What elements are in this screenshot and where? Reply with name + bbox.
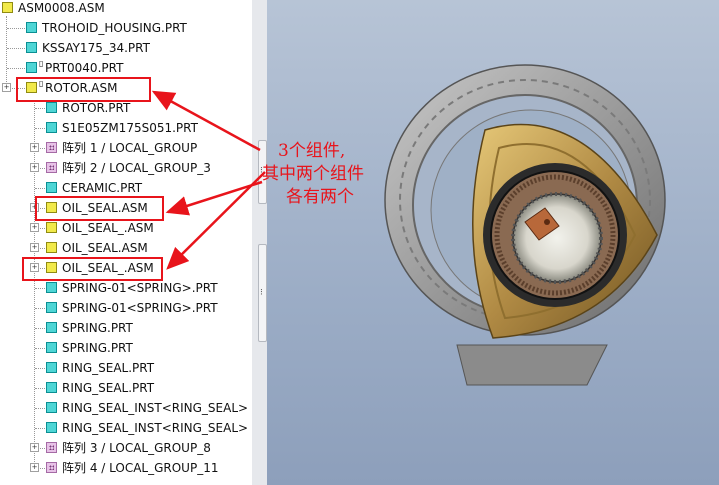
tree-item[interactable]: KSSAY175_34.PRT xyxy=(0,38,252,58)
tree-label: RING_SEAL_INST<RING_SEAL> xyxy=(62,401,249,415)
tree-item[interactable]: TROHOID_HOUSING.PRT xyxy=(0,18,252,38)
tree-connector xyxy=(7,28,25,29)
part-icon xyxy=(46,302,57,313)
expand-toggle-icon[interactable]: + xyxy=(30,143,39,152)
tree-item[interactable]: SPRING-01<SPRING>.PRT xyxy=(0,278,252,298)
tree-connector xyxy=(35,188,45,189)
tree-label: SPRING-01<SPRING>.PRT xyxy=(62,281,218,295)
highlight-box-rotor-asm xyxy=(16,77,151,102)
highlight-box-oil-seal-underscore-asm xyxy=(22,257,163,281)
part-icon xyxy=(46,322,57,333)
tree-label: RING_SEAL.PRT xyxy=(62,361,155,375)
part-icon xyxy=(46,402,57,413)
tree-item[interactable]: RING_SEAL.PRT xyxy=(0,358,252,378)
suppressed-marker-icon: ▯ xyxy=(39,59,44,68)
tree-connector xyxy=(35,288,45,289)
highlight-box-oil-seal-asm xyxy=(35,196,164,221)
tree-label: OIL_SEAL.ASM xyxy=(62,241,148,255)
3d-graphics-viewport[interactable] xyxy=(267,0,719,485)
annotation-line: 3个组件, xyxy=(278,141,346,161)
splitter-grip-icon: ⁝ xyxy=(260,288,263,298)
tree-label: SPRING-01<SPRING>.PRT xyxy=(62,301,218,315)
tree-label: KSSAY175_34.PRT xyxy=(42,41,150,55)
tree-connector xyxy=(35,428,45,429)
gear-assembly xyxy=(483,163,627,307)
splitter-handle-lower[interactable]: ⁝ xyxy=(258,244,267,342)
pattern-icon xyxy=(46,462,57,473)
tree-label: TROHOID_HOUSING.PRT xyxy=(42,21,187,35)
tree-item[interactable]: + OIL_SEAL.ASM xyxy=(0,238,252,258)
part-icon xyxy=(46,182,57,193)
tree-item[interactable]: + 阵列 3 / LOCAL_GROUP_8 xyxy=(0,438,252,458)
tree-label: S1E05ZM175S051.PRT xyxy=(62,121,198,135)
expand-toggle-icon[interactable]: + xyxy=(30,243,39,252)
tree-item[interactable]: + 阵列 1 / LOCAL_GROUP xyxy=(0,138,252,158)
tree-item[interactable]: RING_SEAL_INST<RING_SEAL> xyxy=(0,418,252,438)
tree-label: RING_SEAL_INST<RING_SEAL> xyxy=(62,421,249,435)
expand-toggle-icon[interactable]: + xyxy=(30,443,39,452)
expand-toggle-icon[interactable]: + xyxy=(30,463,39,472)
tree-label: OIL_SEAL_.ASM xyxy=(62,221,154,235)
pattern-icon xyxy=(46,162,57,173)
model-tree-panel: ASM0008.ASM TROHOID_HOUSING.PRT KSSAY175_… xyxy=(0,0,252,485)
tree-label: RING_SEAL.PRT xyxy=(62,381,155,395)
part-icon xyxy=(46,122,57,133)
annotation-line: 其中两个组件 xyxy=(262,164,364,184)
tree-item[interactable]: RING_SEAL_INST<RING_SEAL> xyxy=(0,398,252,418)
tree-label: ASM0008.ASM xyxy=(18,1,105,15)
tree-connector xyxy=(7,68,25,69)
tree-item[interactable]: + OIL_SEAL_.ASM xyxy=(0,218,252,238)
assembly-icon xyxy=(46,222,57,233)
tree-label: 阵列 4 / LOCAL_GROUP_11 xyxy=(62,461,219,475)
tree-item[interactable]: RING_SEAL.PRT xyxy=(0,378,252,398)
tree-connector xyxy=(35,308,45,309)
part-icon xyxy=(26,62,37,73)
tree-item[interactable]: SPRING-01<SPRING>.PRT xyxy=(0,298,252,318)
tree-label: 阵列 2 / LOCAL_GROUP_3 xyxy=(62,161,211,175)
part-icon xyxy=(46,102,57,113)
tree-label: SPRING.PRT xyxy=(62,341,133,355)
tree-item[interactable]: ▯ PRT0040.PRT xyxy=(0,58,252,78)
tree-item[interactable]: SPRING.PRT xyxy=(0,338,252,358)
tree-connector xyxy=(35,328,45,329)
tree-connector xyxy=(35,388,45,389)
annotation-text: 3个组件, 其中两个组件 各有两个 xyxy=(262,140,422,209)
part-icon xyxy=(26,42,37,53)
tree-item[interactable]: + 阵列 2 / LOCAL_GROUP_3 xyxy=(0,158,252,178)
tree-item[interactable]: S1E05ZM175S051.PRT xyxy=(0,118,252,138)
tree-label: PRT0040.PRT xyxy=(45,61,124,75)
expand-toggle-icon[interactable]: + xyxy=(2,83,11,92)
tree-item[interactable]: SPRING.PRT xyxy=(0,318,252,338)
part-icon xyxy=(46,382,57,393)
panel-splitter[interactable]: ⁝ ⁝ xyxy=(252,0,267,485)
tree-label: SPRING.PRT xyxy=(62,321,133,335)
tree-connector xyxy=(35,128,45,129)
part-icon xyxy=(46,422,57,433)
assembly-icon xyxy=(46,242,57,253)
tree-label: 阵列 3 / LOCAL_GROUP_8 xyxy=(62,441,211,455)
tree-label: 阵列 1 / LOCAL_GROUP xyxy=(62,141,198,155)
rotary-engine-model xyxy=(384,64,666,386)
pattern-icon xyxy=(46,142,57,153)
part-icon xyxy=(46,282,57,293)
part-icon xyxy=(46,362,57,373)
expand-toggle-icon[interactable]: + xyxy=(30,163,39,172)
pattern-icon xyxy=(46,442,57,453)
tree-item[interactable]: + 阵列 4 / LOCAL_GROUP_11 xyxy=(0,458,252,478)
tree-item[interactable]: CERAMIC.PRT xyxy=(0,178,252,198)
tree-connector xyxy=(35,108,45,109)
tree-connector xyxy=(35,368,45,369)
annotation-line: 各有两个 xyxy=(286,187,354,207)
tree-label: CERAMIC.PRT xyxy=(62,181,143,195)
tree-connector xyxy=(35,348,45,349)
expand-toggle-icon[interactable]: + xyxy=(30,223,39,232)
part-icon xyxy=(26,22,37,33)
tree-connector xyxy=(7,48,25,49)
tree-connector xyxy=(35,408,45,409)
assembly-icon xyxy=(2,2,13,13)
part-icon xyxy=(46,342,57,353)
